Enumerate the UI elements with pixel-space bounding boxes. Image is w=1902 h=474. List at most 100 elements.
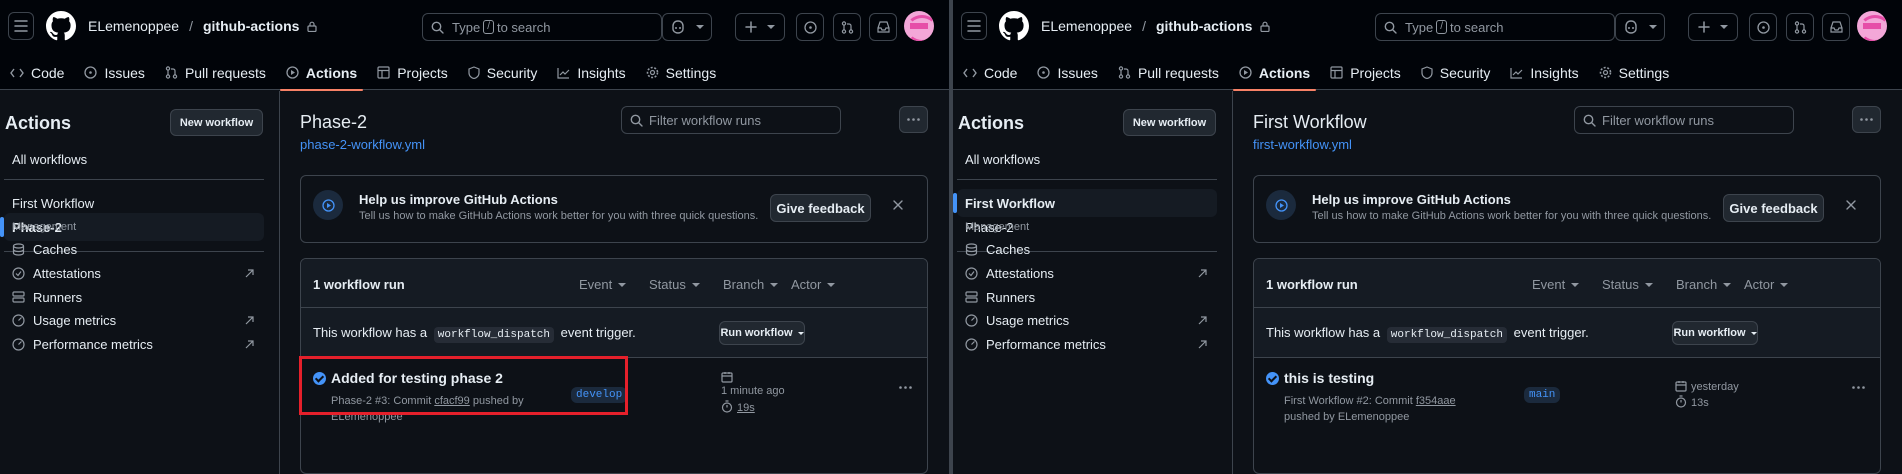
owner-link[interactable]: ELemenoppee [1041, 18, 1132, 34]
tab-actions[interactable]: Actions [276, 55, 367, 91]
actor-filter[interactable]: Actor [1744, 277, 1789, 292]
github-logo-icon[interactable] [999, 11, 1029, 41]
filter-runs-input[interactable]: Filter workflow runs [621, 106, 841, 134]
shield-icon [1421, 66, 1433, 79]
new-workflow-button[interactable]: New workflow [170, 109, 263, 136]
tab-actions[interactable]: Actions [1229, 55, 1320, 91]
sidebar-item-all-workflows[interactable]: All workflows [957, 145, 1217, 173]
run-when: 1 minute ago [721, 385, 785, 397]
workflow-file-link[interactable]: first-workflow.yml [1253, 137, 1352, 152]
pull-requests-button[interactable] [1786, 13, 1814, 41]
actor-filter[interactable]: Actor [791, 277, 836, 292]
run-options-button[interactable] [1852, 386, 1865, 389]
tab-label: Actions [1258, 64, 1311, 81]
breadcrumb-separator: / [189, 18, 193, 34]
filter-runs-input[interactable]: Filter workflow runs [1574, 106, 1794, 134]
github-logo-icon[interactable] [46, 11, 76, 41]
more-options-button[interactable] [899, 106, 928, 133]
inbox-button[interactable] [1822, 13, 1850, 41]
status-filter[interactable]: Status [1602, 277, 1653, 292]
avatar[interactable] [1857, 11, 1887, 41]
inbox-icon [1829, 21, 1843, 33]
tab-settings[interactable]: Settings [636, 55, 727, 90]
more-options-button[interactable] [1852, 106, 1881, 133]
tab-label: Security [1439, 64, 1491, 81]
tab-projects[interactable]: Projects [1320, 55, 1411, 90]
sidebar-item-label: Runners [986, 289, 1036, 305]
tab-pull-requests[interactable]: Pull requests [1108, 55, 1229, 90]
tab-code[interactable]: Code [0, 55, 74, 90]
tab-insights[interactable]: Insights [547, 55, 635, 90]
copilot-button[interactable] [1615, 13, 1665, 41]
play-icon [313, 190, 343, 220]
filter-label: Branch [1676, 277, 1718, 292]
run-workflow-button[interactable]: Run workflow [719, 321, 805, 345]
tab-insights[interactable]: Insights [1500, 55, 1588, 90]
tab-issues[interactable]: Issues [74, 55, 154, 90]
event-filter[interactable]: Event [579, 277, 627, 292]
sidebar-item-all-workflows[interactable]: All workflows [4, 145, 264, 173]
close-icon[interactable] [893, 200, 903, 210]
issues-button[interactable] [1749, 13, 1777, 41]
owner-link[interactable]: ELemenoppee [88, 18, 179, 34]
banner-subtitle: Tell us how to make GitHub Actions work … [1312, 210, 1712, 222]
tab-label: Settings [665, 64, 717, 81]
pull-request-icon [165, 66, 178, 79]
workflow-file-link[interactable]: phase-2-workflow.yml [300, 137, 425, 152]
sidebar-item-performance-metrics[interactable]: Performance metrics [957, 330, 1217, 358]
tab-pull-requests[interactable]: Pull requests [155, 55, 276, 90]
search-shortcut-key: / [1436, 20, 1447, 34]
run-duration: 19s [737, 402, 755, 414]
search-input[interactable]: Type / to search [1375, 13, 1615, 41]
avatar[interactable] [904, 11, 934, 41]
copilot-button[interactable] [662, 13, 712, 41]
run-options-button[interactable] [899, 386, 912, 389]
close-icon[interactable] [1846, 200, 1856, 210]
metrics-icon [12, 337, 25, 351]
tab-security[interactable]: Security [458, 55, 548, 90]
menu-button[interactable] [8, 12, 34, 40]
chevron-down-icon [696, 25, 704, 29]
event-filter[interactable]: Event [1532, 277, 1580, 292]
stopwatch-icon [721, 400, 733, 413]
sidebar-item-label: Caches [33, 241, 78, 257]
create-new-button[interactable] [1688, 13, 1738, 41]
sidebar-item-performance-metrics[interactable]: Performance metrics [4, 330, 264, 358]
repo-link[interactable]: github-actions [1156, 18, 1252, 34]
commit-link[interactable]: f354aae [1416, 395, 1456, 407]
tab-code[interactable]: Code [953, 55, 1027, 90]
dispatch-text: This workflow has a workflow_dispatch ev… [313, 325, 636, 343]
run-workflow-button[interactable]: Run workflow [1672, 321, 1758, 345]
branch-filter[interactable]: Branch [1676, 277, 1732, 292]
search-input[interactable]: Type / to search [422, 13, 662, 41]
create-new-button[interactable] [735, 13, 785, 41]
tab-projects[interactable]: Projects [367, 55, 458, 90]
breadcrumb: ELemenoppee / github-actions [1041, 18, 1270, 34]
stopwatch-icon [1675, 395, 1687, 408]
runs-count: 1 workflow run [1266, 277, 1358, 292]
run-meta-prefix: First Workflow #2: Commit [1284, 395, 1413, 407]
repo-link[interactable]: github-actions [203, 18, 299, 34]
tab-settings[interactable]: Settings [1589, 55, 1680, 90]
branch-filter[interactable]: Branch [723, 277, 779, 292]
pull-requests-button[interactable] [833, 13, 861, 41]
workflow-run-row[interactable]: this is testing First Workflow #2: Commi… [1254, 358, 1880, 428]
workflow-main: First Workflow first-workflow.yml Filter… [1234, 91, 1902, 474]
status-filter[interactable]: Status [649, 277, 700, 292]
sidebar-title: Actions [958, 113, 1025, 133]
give-feedback-button[interactable]: Give feedback [1723, 194, 1824, 222]
breadcrumb-separator: / [1142, 18, 1146, 34]
inbox-button[interactable] [869, 13, 897, 41]
menu-button[interactable] [961, 12, 987, 40]
chevron-down-icon [1649, 25, 1657, 29]
filter-label: Status [1602, 277, 1639, 292]
issues-button[interactable] [796, 13, 824, 41]
give-feedback-button[interactable]: Give feedback [770, 194, 871, 222]
tab-security[interactable]: Security [1411, 55, 1501, 90]
run-title[interactable]: this is testing [1284, 370, 1374, 386]
chevron-down-icon [797, 331, 804, 335]
branch-badge[interactable]: main [1524, 387, 1561, 403]
sidebar-item-label: Runners [33, 289, 83, 305]
tab-issues[interactable]: Issues [1027, 55, 1107, 90]
new-workflow-button[interactable]: New workflow [1123, 109, 1216, 136]
